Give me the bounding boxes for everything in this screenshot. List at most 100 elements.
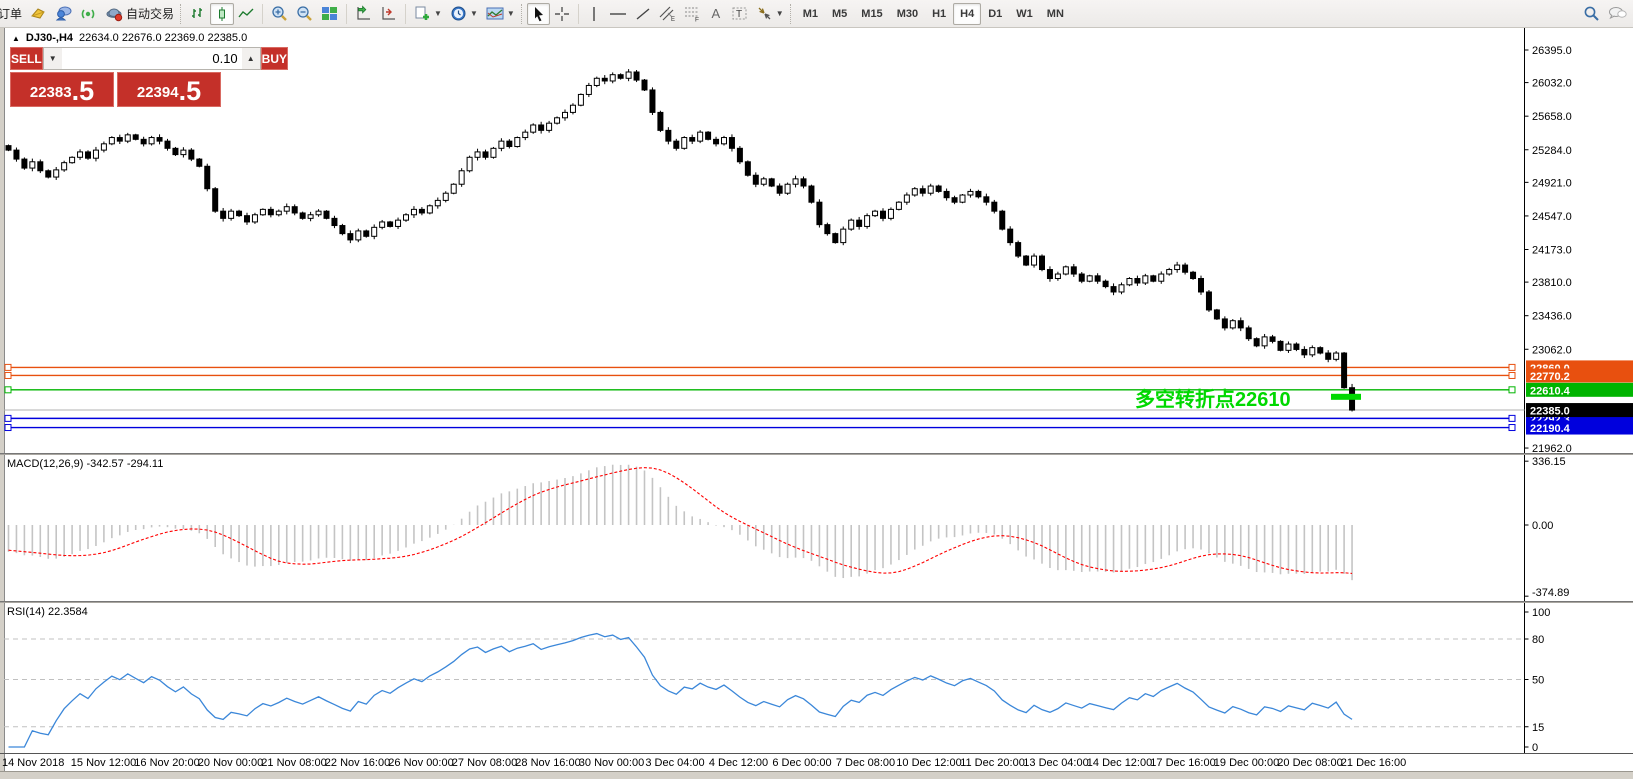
- vertical-line-icon: [587, 6, 601, 22]
- community-button[interactable]: [51, 3, 76, 25]
- new-order-label: 订单: [0, 5, 22, 22]
- svg-text:E: E: [671, 17, 675, 22]
- autotrading-button[interactable]: 自动交易: [101, 3, 178, 25]
- trendline-button[interactable]: [631, 3, 655, 25]
- timeframe-h1[interactable]: H1: [925, 3, 953, 25]
- toolbar-grip: [521, 4, 524, 24]
- bar-chart-button[interactable]: [186, 3, 210, 25]
- candlestick-chart-button[interactable]: [210, 3, 234, 25]
- templates-button[interactable]: ▼: [482, 3, 519, 25]
- search-button[interactable]: [1579, 3, 1604, 25]
- mql-editor-icon: [30, 5, 47, 22]
- cursor-button[interactable]: [527, 3, 550, 25]
- time-axis-label: 20 Dec 08:00: [1277, 757, 1342, 769]
- svg-text:26032.0: 26032.0: [1532, 78, 1572, 90]
- time-axis-label: 17 Dec 16:00: [1150, 757, 1215, 769]
- main-chart[interactable]: 26395.026032.025658.025284.024921.024547…: [0, 28, 1633, 455]
- svg-text:50: 50: [1532, 675, 1544, 687]
- horizontal-line-icon: [609, 6, 627, 22]
- timeframe-m5[interactable]: M5: [825, 3, 854, 25]
- mql-editor-button[interactable]: [26, 3, 51, 25]
- time-axis-label: 10 Dec 12:00: [896, 757, 961, 769]
- svg-text:25284.0: 25284.0: [1532, 145, 1572, 157]
- templates-caret: ▼: [507, 9, 515, 18]
- timeframe-m15[interactable]: M15: [854, 3, 889, 25]
- timeframe-m1[interactable]: M1: [796, 3, 825, 25]
- crosshair-button[interactable]: [550, 3, 574, 25]
- tile-windows-button[interactable]: [317, 3, 342, 25]
- horizontal-line-button[interactable]: [605, 3, 631, 25]
- fibonacci-button[interactable]: F: [680, 3, 705, 25]
- periods-button[interactable]: ▼: [446, 3, 482, 25]
- timeframe-mn[interactable]: MN: [1040, 3, 1071, 25]
- signals-icon: [80, 5, 97, 22]
- autotrading-hat-icon: [105, 5, 123, 22]
- timeframe-group: M1M5M15M30H1H4D1W1MN: [796, 3, 1071, 25]
- svg-text:24921.0: 24921.0: [1532, 177, 1572, 189]
- zoom-in-icon: [271, 5, 288, 22]
- svg-text:F: F: [695, 17, 699, 23]
- line-chart-button[interactable]: [234, 3, 258, 25]
- signals-button[interactable]: [76, 3, 101, 25]
- toolbar-separator: [578, 4, 579, 24]
- fibonacci-icon: F: [684, 5, 701, 22]
- turning-point-annotation: 多空转折点22610: [1135, 387, 1291, 411]
- rsi-pane[interactable]: 1008050150: [0, 603, 1633, 753]
- svg-text:24547.0: 24547.0: [1532, 211, 1572, 223]
- time-axis-label: 19 Dec 00:00: [1214, 757, 1279, 769]
- chart-shift-icon: [380, 5, 397, 22]
- svg-text:22610.4: 22610.4: [1530, 385, 1571, 397]
- community-icon: [55, 5, 72, 22]
- time-axis-label: 21 Dec 16:00: [1341, 757, 1406, 769]
- timeframe-d1[interactable]: D1: [981, 3, 1009, 25]
- chat-button[interactable]: [1604, 3, 1631, 25]
- svg-text:24173.0: 24173.0: [1532, 245, 1572, 257]
- equidistant-channel-button[interactable]: E: [655, 3, 680, 25]
- text-label-button[interactable]: T: [727, 3, 752, 25]
- zoom-in-button[interactable]: [267, 3, 292, 25]
- line-chart-icon: [238, 6, 254, 22]
- new-order-button[interactable]: 订单: [0, 3, 26, 25]
- time-axis-label: 28 Nov 16:00: [515, 757, 580, 769]
- svg-text:15: 15: [1532, 722, 1544, 734]
- periods-caret: ▼: [470, 9, 478, 18]
- svg-text:23810.0: 23810.0: [1532, 277, 1572, 289]
- text-button[interactable]: A: [705, 3, 727, 25]
- timeframe-m30[interactable]: M30: [890, 3, 925, 25]
- timeframe-w1[interactable]: W1: [1009, 3, 1040, 25]
- timeframe-h4[interactable]: H4: [953, 3, 981, 25]
- time-axis-label: 7 Dec 08:00: [836, 757, 895, 769]
- svg-text:0: 0: [1532, 742, 1538, 753]
- arrows-icon: [756, 5, 773, 22]
- autotrading-label: 自动交易: [126, 5, 174, 22]
- crosshair-icon: [554, 6, 570, 22]
- zoom-out-button[interactable]: [292, 3, 317, 25]
- chart-shift-button[interactable]: [376, 3, 401, 25]
- time-axis-label: 6 Dec 00:00: [772, 757, 831, 769]
- time-axis-label: 14 Nov 2018: [2, 757, 64, 769]
- svg-text:22770.2: 22770.2: [1530, 371, 1570, 383]
- time-axis-label: 27 Nov 08:00: [452, 757, 517, 769]
- macd-pane[interactable]: 336.150.00-374.89: [0, 455, 1633, 601]
- time-axis-label: 20 Nov 00:00: [198, 757, 263, 769]
- svg-text:T: T: [736, 9, 742, 20]
- toolbar-separator: [405, 4, 406, 24]
- new-chart-caret: ▼: [434, 9, 442, 18]
- time-axis[interactable]: 14 Nov 201815 Nov 12:0016 Nov 20:0020 No…: [0, 753, 1633, 770]
- arrows-caret: ▼: [776, 9, 784, 18]
- svg-text:26395.0: 26395.0: [1532, 45, 1572, 57]
- svg-text:22385.0: 22385.0: [1530, 406, 1570, 418]
- time-axis-label: 26 Nov 00:00: [388, 757, 453, 769]
- auto-scroll-button[interactable]: [351, 3, 376, 25]
- time-axis-label: 13 Dec 04:00: [1023, 757, 1088, 769]
- mt4-terminal-window: 订单 自动交易: [0, 0, 1633, 779]
- svg-text:23436.0: 23436.0: [1532, 311, 1572, 323]
- vertical-line-button[interactable]: [583, 3, 605, 25]
- bar-chart-icon: [190, 6, 206, 22]
- auto-scroll-icon: [355, 5, 372, 22]
- new-chart-button[interactable]: ▼: [410, 3, 446, 25]
- arrows-button[interactable]: ▼: [752, 3, 788, 25]
- time-axis-label: 11 Dec 20:00: [960, 757, 1025, 769]
- svg-text:-374.89: -374.89: [1532, 587, 1569, 599]
- toolbar-grip: [180, 4, 183, 24]
